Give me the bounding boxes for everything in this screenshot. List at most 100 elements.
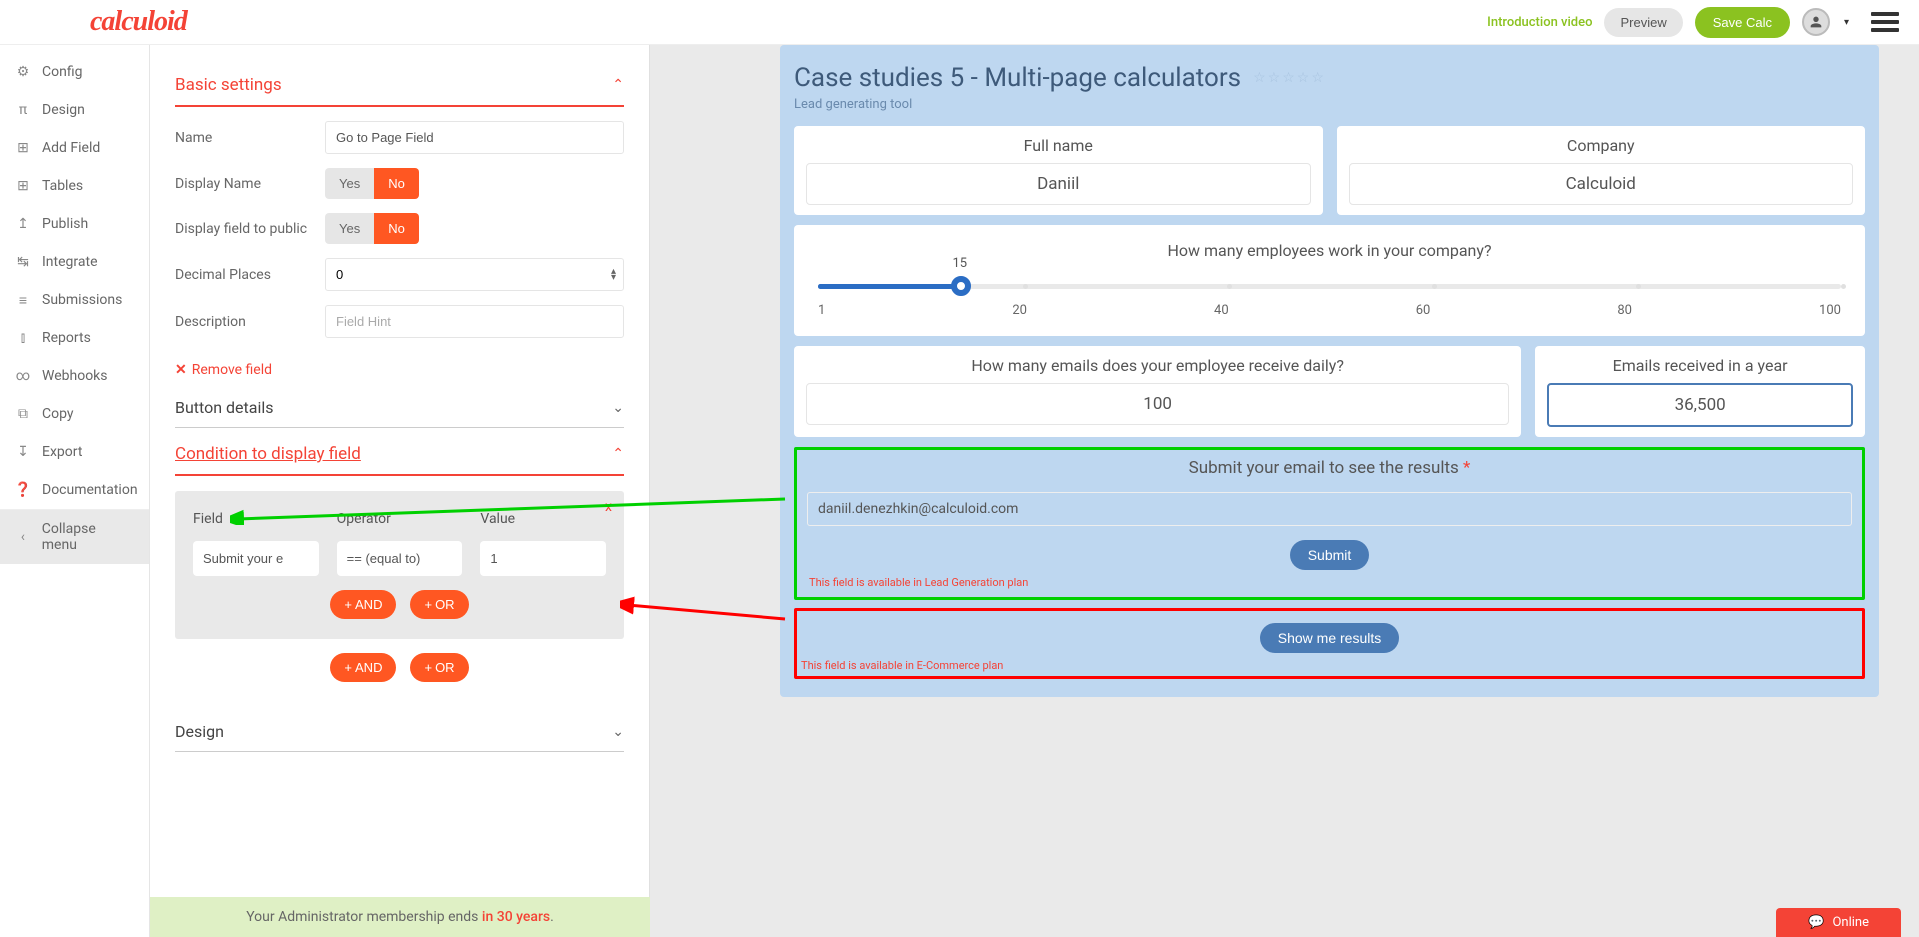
avatar-chevron-icon[interactable]: ▾ bbox=[1844, 17, 1849, 28]
gear-icon: ⚙ bbox=[16, 65, 30, 79]
rating-stars[interactable]: ☆☆☆☆☆ bbox=[1253, 70, 1324, 86]
calculator-title: Case studies 5 - Multi-page calculators bbox=[794, 63, 1241, 93]
preview-button[interactable]: Preview bbox=[1604, 8, 1682, 37]
sidebar-item-collapse[interactable]: ‹Collapse menu bbox=[0, 509, 149, 564]
remove-field-button[interactable]: ✕Remove field bbox=[175, 362, 272, 378]
section-design[interactable]: Design ⌄ bbox=[175, 712, 624, 752]
display-name-yes[interactable]: Yes bbox=[325, 168, 374, 199]
sidebar-item-add-field[interactable]: ⊞Add Field bbox=[0, 129, 149, 167]
sidebar-item-publish[interactable]: ↥Publish bbox=[0, 205, 149, 243]
plus-icon: + bbox=[344, 660, 352, 675]
show-results-button[interactable]: Show me results bbox=[1260, 623, 1399, 653]
decimal-label: Decimal Places bbox=[175, 267, 325, 283]
and-button-inner[interactable]: +AND bbox=[330, 590, 396, 619]
user-avatar[interactable] bbox=[1802, 8, 1830, 36]
reports-icon: ⫾ bbox=[16, 331, 30, 345]
intro-video-link[interactable]: Introduction video bbox=[1487, 15, 1592, 30]
and-button-outer[interactable]: +AND bbox=[330, 653, 396, 682]
emails-year-output: 36,500 bbox=[1547, 383, 1853, 427]
cond-operator-select[interactable] bbox=[337, 541, 463, 576]
docs-icon: ❓ bbox=[16, 483, 30, 497]
display-public-toggle[interactable]: Yes No bbox=[325, 213, 419, 244]
table-icon: ⊞ bbox=[16, 179, 30, 193]
description-label: Description bbox=[175, 314, 325, 330]
design-icon: π bbox=[16, 103, 30, 117]
cond-value-label: Value bbox=[480, 511, 606, 527]
employees-question: How many employees work in your company? bbox=[816, 241, 1843, 260]
or-button-outer[interactable]: +OR bbox=[410, 653, 468, 682]
chevron-up-icon: ⌃ bbox=[612, 77, 624, 93]
condition-box: x Field Operator Value +AND +OR bbox=[175, 491, 624, 639]
calculator-subtitle: Lead generating tool bbox=[794, 97, 1865, 112]
display-public-yes[interactable]: Yes bbox=[325, 213, 374, 244]
sidebar-item-reports[interactable]: ⫾Reports bbox=[0, 319, 149, 357]
display-name-toggle[interactable]: Yes No bbox=[325, 168, 419, 199]
display-public-label: Display field to public bbox=[175, 221, 325, 237]
copy-icon: ⧉ bbox=[16, 407, 30, 421]
star-icon: ☆ bbox=[1311, 70, 1324, 86]
submit-button[interactable]: Submit bbox=[1290, 540, 1370, 570]
decimal-input[interactable] bbox=[325, 258, 624, 291]
company-label: Company bbox=[1349, 136, 1854, 155]
star-icon: ☆ bbox=[1253, 70, 1266, 86]
sidebar-item-copy[interactable]: ⧉Copy bbox=[0, 395, 149, 433]
emails-daily-input[interactable]: 100 bbox=[806, 383, 1509, 425]
spinner-icon[interactable]: ▴▾ bbox=[611, 269, 616, 281]
slider-tick-label: 40 bbox=[1214, 303, 1229, 318]
hamburger-menu-icon[interactable] bbox=[1871, 8, 1899, 36]
sidebar-item-design[interactable]: πDesign bbox=[0, 91, 149, 129]
sidebar-item-submissions[interactable]: ≡Submissions bbox=[0, 281, 149, 319]
sidebar: ⚙Config πDesign ⊞Add Field ⊞Tables ↥Publ… bbox=[0, 45, 150, 937]
slider-track[interactable] bbox=[818, 284, 1841, 289]
chevron-down-icon: ⌄ bbox=[612, 400, 624, 416]
settings-panel: Basic settings ⌃ Name Display Name Yes N… bbox=[150, 45, 650, 937]
employees-slider-box: How many employees work in your company?… bbox=[794, 225, 1865, 336]
save-calc-button[interactable]: Save Calc bbox=[1695, 7, 1790, 38]
section-button-details[interactable]: Button details ⌄ bbox=[175, 388, 624, 428]
webhooks-icon: ∞ bbox=[16, 369, 30, 383]
name-input[interactable] bbox=[325, 121, 624, 154]
description-input[interactable] bbox=[325, 305, 624, 338]
chevron-down-icon: ⌄ bbox=[612, 724, 624, 740]
slider-thumb[interactable] bbox=[951, 276, 971, 296]
integrate-icon: ↹ bbox=[16, 255, 30, 269]
preview-panel: Case studies 5 - Multi-page calculators … bbox=[650, 45, 1919, 937]
header: calculoid Introduction video Preview Sav… bbox=[0, 0, 1919, 45]
chat-widget[interactable]: 💬 Online bbox=[1776, 908, 1901, 937]
submissions-icon: ≡ bbox=[16, 293, 30, 307]
sidebar-item-export[interactable]: ↧Export bbox=[0, 433, 149, 471]
collapse-icon: ‹ bbox=[16, 530, 30, 544]
cond-operator-label: Operator bbox=[337, 511, 463, 527]
emails-daily-field: How many emails does your employee recei… bbox=[794, 346, 1521, 437]
display-name-no[interactable]: No bbox=[374, 168, 419, 199]
section-condition[interactable]: Condition to display field ⌃ bbox=[175, 434, 624, 476]
chat-icon: 💬 bbox=[1808, 915, 1824, 930]
slider-tick-label: 20 bbox=[1012, 303, 1027, 318]
condition-close-button[interactable]: x bbox=[605, 499, 612, 515]
cond-field-select[interactable] bbox=[193, 541, 319, 576]
slider-tick-label: 60 bbox=[1416, 303, 1431, 318]
sidebar-item-documentation[interactable]: ❓Documentation bbox=[0, 471, 149, 509]
sidebar-item-config[interactable]: ⚙Config bbox=[0, 53, 149, 91]
or-button-inner[interactable]: +OR bbox=[410, 590, 468, 619]
slider-value: 15 bbox=[952, 256, 967, 271]
name-label: Name bbox=[175, 130, 325, 146]
sidebar-item-tables[interactable]: ⊞Tables bbox=[0, 167, 149, 205]
plus-icon: + bbox=[344, 597, 352, 612]
sidebar-item-webhooks[interactable]: ∞Webhooks bbox=[0, 357, 149, 395]
slider-tick-label: 100 bbox=[1819, 303, 1841, 318]
email-input[interactable]: daniil.denezhkin@calculoid.com bbox=[807, 492, 1852, 526]
cond-value-input[interactable] bbox=[480, 541, 606, 576]
fullname-field: Full name Daniil bbox=[794, 126, 1323, 215]
logo[interactable]: calculoid bbox=[90, 6, 187, 38]
section-basic-settings[interactable]: Basic settings ⌃ bbox=[175, 65, 624, 107]
sidebar-item-integrate[interactable]: ↹Integrate bbox=[0, 243, 149, 281]
fullname-label: Full name bbox=[806, 136, 1311, 155]
leadgen-note: This field is available in Lead Generati… bbox=[807, 576, 1852, 589]
close-icon: ✕ bbox=[175, 362, 187, 378]
company-input[interactable]: Calculoid bbox=[1349, 163, 1854, 205]
chevron-up-icon: ⌃ bbox=[612, 446, 624, 462]
fullname-input[interactable]: Daniil bbox=[806, 163, 1311, 205]
slider-tick-label: 1 bbox=[818, 303, 825, 318]
display-public-no[interactable]: No bbox=[374, 213, 419, 244]
